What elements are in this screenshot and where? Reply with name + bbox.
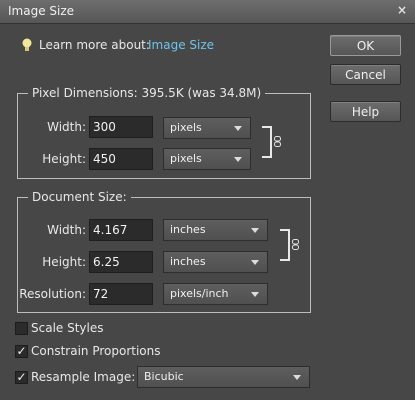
pixel-height-input[interactable]: 450	[89, 148, 153, 170]
chain-link-icon	[292, 239, 299, 250]
chevron-down-icon	[251, 228, 259, 233]
document-size-legend: Document Size:	[28, 190, 131, 204]
pixel-width-unit-select[interactable]: pixels	[163, 117, 251, 139]
resolution-input[interactable]: 72	[89, 283, 153, 305]
title-bar: Image Size ×	[0, 0, 415, 24]
pixel-dimensions-legend: Pixel Dimensions: 395.5K (was 34.8M)	[28, 86, 266, 100]
chevron-down-icon	[234, 157, 242, 162]
resolution-label: Resolution:	[19, 287, 86, 301]
chain-link-icon	[274, 136, 281, 147]
doc-height-label: Height:	[42, 255, 86, 269]
doc-height-input[interactable]: 6.25	[89, 251, 153, 273]
pixel-link-bracket	[262, 126, 272, 158]
pixel-height-unit-select[interactable]: pixels	[163, 148, 251, 170]
chevron-down-icon	[251, 292, 259, 297]
constrain-proportions-label[interactable]: Constrain Proportions	[31, 344, 161, 358]
resample-method-value: Bicubic	[144, 370, 184, 383]
pixel-width-input[interactable]: 300	[89, 116, 153, 138]
window-title: Image Size	[8, 4, 75, 18]
scale-styles-label[interactable]: Scale Styles	[31, 321, 104, 335]
chevron-down-icon	[234, 126, 242, 131]
learn-more-label: Learn more about:	[39, 38, 150, 52]
doc-width-label: Width:	[47, 223, 86, 237]
pixel-width-unit-value: pixels	[170, 121, 202, 134]
doc-width-unit-select[interactable]: inches	[163, 219, 268, 241]
learn-more-link[interactable]: Image Size	[148, 38, 214, 52]
resample-method-select[interactable]: Bicubic	[137, 366, 310, 388]
doc-width-unit-value: inches	[170, 223, 206, 236]
close-icon[interactable]: ×	[397, 3, 407, 17]
chevron-down-icon	[293, 375, 301, 380]
scale-styles-checkbox[interactable]	[15, 322, 28, 335]
resolution-unit-value: pixels/inch	[170, 287, 229, 300]
ok-button[interactable]: OK	[330, 35, 401, 56]
document-link-bracket	[280, 229, 290, 261]
constrain-proportions-checkbox[interactable]: ✓	[15, 345, 28, 358]
doc-width-input[interactable]: 4.167	[89, 219, 153, 241]
help-button[interactable]: Help	[330, 101, 401, 122]
resolution-unit-select[interactable]: pixels/inch	[163, 283, 268, 305]
doc-height-unit-select[interactable]: inches	[163, 251, 268, 273]
resample-image-checkbox[interactable]: ✓	[15, 371, 28, 384]
doc-height-unit-value: inches	[170, 255, 206, 268]
pixel-height-unit-value: pixels	[170, 152, 202, 165]
resample-image-label[interactable]: Resample Image:	[31, 370, 135, 384]
lightbulb-icon	[22, 38, 32, 51]
pixel-height-label: Height:	[42, 152, 86, 166]
pixel-width-label: Width:	[47, 120, 86, 134]
cancel-button[interactable]: Cancel	[330, 64, 401, 85]
chevron-down-icon	[251, 260, 259, 265]
